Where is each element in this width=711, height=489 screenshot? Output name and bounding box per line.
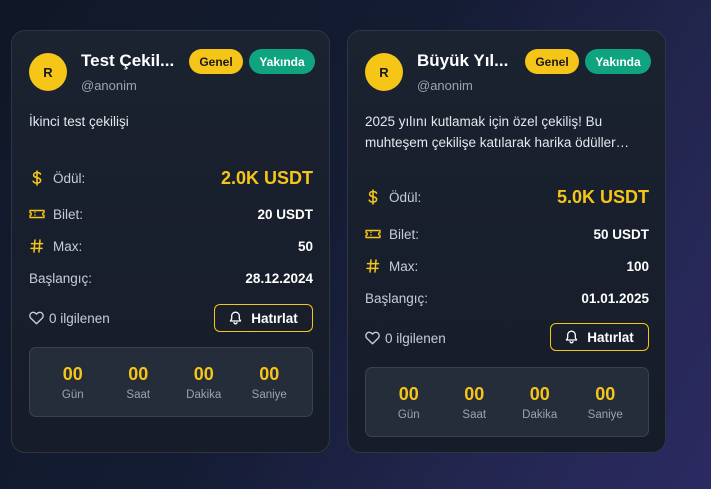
countdown-unit: Saat xyxy=(126,389,151,401)
countdown-unit: Saat xyxy=(462,409,487,421)
ticket-row: Bilet: 50 USDT xyxy=(365,223,649,245)
countdown-value: 00 xyxy=(259,364,280,384)
start-label: Başlangıç: xyxy=(29,270,93,286)
remind-button[interactable]: Hatırlat xyxy=(214,304,313,332)
card-header: R Test Çekil... @anonim Genel Yakında xyxy=(29,49,315,97)
heart-icon xyxy=(29,311,44,325)
dollar-icon xyxy=(29,170,45,186)
heart-icon xyxy=(365,331,380,345)
max-label: Max: xyxy=(53,238,83,254)
status-badge: Yakında xyxy=(585,49,651,74)
avatar[interactable]: R xyxy=(29,53,67,91)
ticket-label: Bilet: xyxy=(389,226,420,242)
prize-value: 5.0K USDT xyxy=(556,186,649,207)
category-badge: Genel xyxy=(189,49,243,74)
start-label: Başlangıç: xyxy=(365,290,429,306)
raffle-title[interactable]: Test Çekil... xyxy=(81,51,185,71)
countdown-value: 00 xyxy=(398,384,419,404)
max-label: Max: xyxy=(389,258,419,274)
max-row: Max: 100 xyxy=(365,255,649,277)
max-value: 50 xyxy=(297,238,313,254)
countdown-unit: Saniye xyxy=(251,389,287,401)
ticket-label: Bilet: xyxy=(53,206,84,222)
prize-label: Ödül: xyxy=(53,170,86,186)
prize-value: 2.0K USDT xyxy=(220,167,313,188)
avatar[interactable]: R xyxy=(365,53,403,91)
bell-icon xyxy=(565,330,578,344)
raffle-title[interactable]: Büyük Yıl... xyxy=(417,51,521,71)
prize-row: Ödül: 5.0K USDT xyxy=(365,186,649,208)
interest-count: 0 ilgilenen xyxy=(385,330,446,346)
remind-label: Hatırlat xyxy=(587,329,634,345)
interest-count: 0 ilgilenen xyxy=(49,310,110,326)
countdown-minutes: 00 Dakika xyxy=(510,383,570,421)
raffle-card[interactable]: R Test Çekil... @anonim Genel Yakında İk… xyxy=(11,30,330,453)
status-badge: Yakında xyxy=(249,49,315,74)
countdown-unit: Dakika xyxy=(522,409,558,421)
countdown-days: 00 Gün xyxy=(379,383,439,421)
prize-row: Ödül: 2.0K USDT xyxy=(29,167,313,189)
ticket-value: 50 USDT xyxy=(593,226,649,242)
countdown-unit: Gün xyxy=(61,389,84,401)
countdown-value: 00 xyxy=(128,364,149,384)
max-row: Max: 50 xyxy=(29,235,313,257)
ticket-value: 20 USDT xyxy=(257,206,313,222)
countdown-value: 00 xyxy=(193,364,214,384)
raffle-description: İkinci test çekilişi xyxy=(29,114,129,129)
start-row: Başlangıç: 28.12.2024 xyxy=(29,267,313,289)
interest-button[interactable]: 0 ilgilenen xyxy=(29,306,110,330)
max-value: 100 xyxy=(626,258,649,274)
start-value: 28.12.2024 xyxy=(245,270,313,286)
creator-handle[interactable]: @anonim xyxy=(81,78,137,93)
countdown-unit: Dakika xyxy=(186,389,222,401)
countdown-days: 00 Gün xyxy=(43,363,103,401)
countdown-value: 00 xyxy=(529,384,550,404)
hash-icon xyxy=(29,238,45,254)
remind-button[interactable]: Hatırlat xyxy=(550,323,649,351)
raffle-card[interactable]: R Büyük Yıl... @anonim Genel Yakında 202… xyxy=(347,30,666,453)
category-badge: Genel xyxy=(525,49,579,74)
dollar-icon xyxy=(365,189,381,205)
countdown-value: 00 xyxy=(62,364,83,384)
countdown-hours: 00 Saat xyxy=(444,383,504,421)
start-value: 01.01.2025 xyxy=(581,290,649,306)
remind-label: Hatırlat xyxy=(251,310,298,326)
countdown-minutes: 00 Dakika xyxy=(174,363,234,401)
countdown-unit: Gün xyxy=(397,409,420,421)
interest-button[interactable]: 0 ilgilenen xyxy=(365,326,446,350)
countdown-unit: Saniye xyxy=(587,409,623,421)
prize-label: Ödül: xyxy=(389,189,422,205)
start-row: Başlangıç: 01.01.2025 xyxy=(365,287,649,309)
ticket-icon xyxy=(365,226,381,242)
countdown-seconds: 00 Saniye xyxy=(575,383,635,421)
countdown-timer: 00 Gün 00 Saat 00 Dakika 00 Saniye xyxy=(365,367,649,437)
card-header: R Büyük Yıl... @anonim Genel Yakında xyxy=(365,49,651,97)
countdown-hours: 00 Saat xyxy=(108,363,168,401)
countdown-seconds: 00 Saniye xyxy=(239,363,299,401)
creator-handle[interactable]: @anonim xyxy=(417,78,473,93)
hash-icon xyxy=(365,258,381,274)
countdown-value: 00 xyxy=(464,384,485,404)
countdown-value: 00 xyxy=(595,384,616,404)
ticket-icon xyxy=(29,206,45,222)
bell-icon xyxy=(229,311,242,325)
raffle-description: 2025 yılını kutlamak için özel çekiliş! … xyxy=(365,114,616,150)
countdown-timer: 00 Gün 00 Saat 00 Dakika 00 Saniye xyxy=(29,347,313,417)
ticket-row: Bilet: 20 USDT xyxy=(29,203,313,225)
